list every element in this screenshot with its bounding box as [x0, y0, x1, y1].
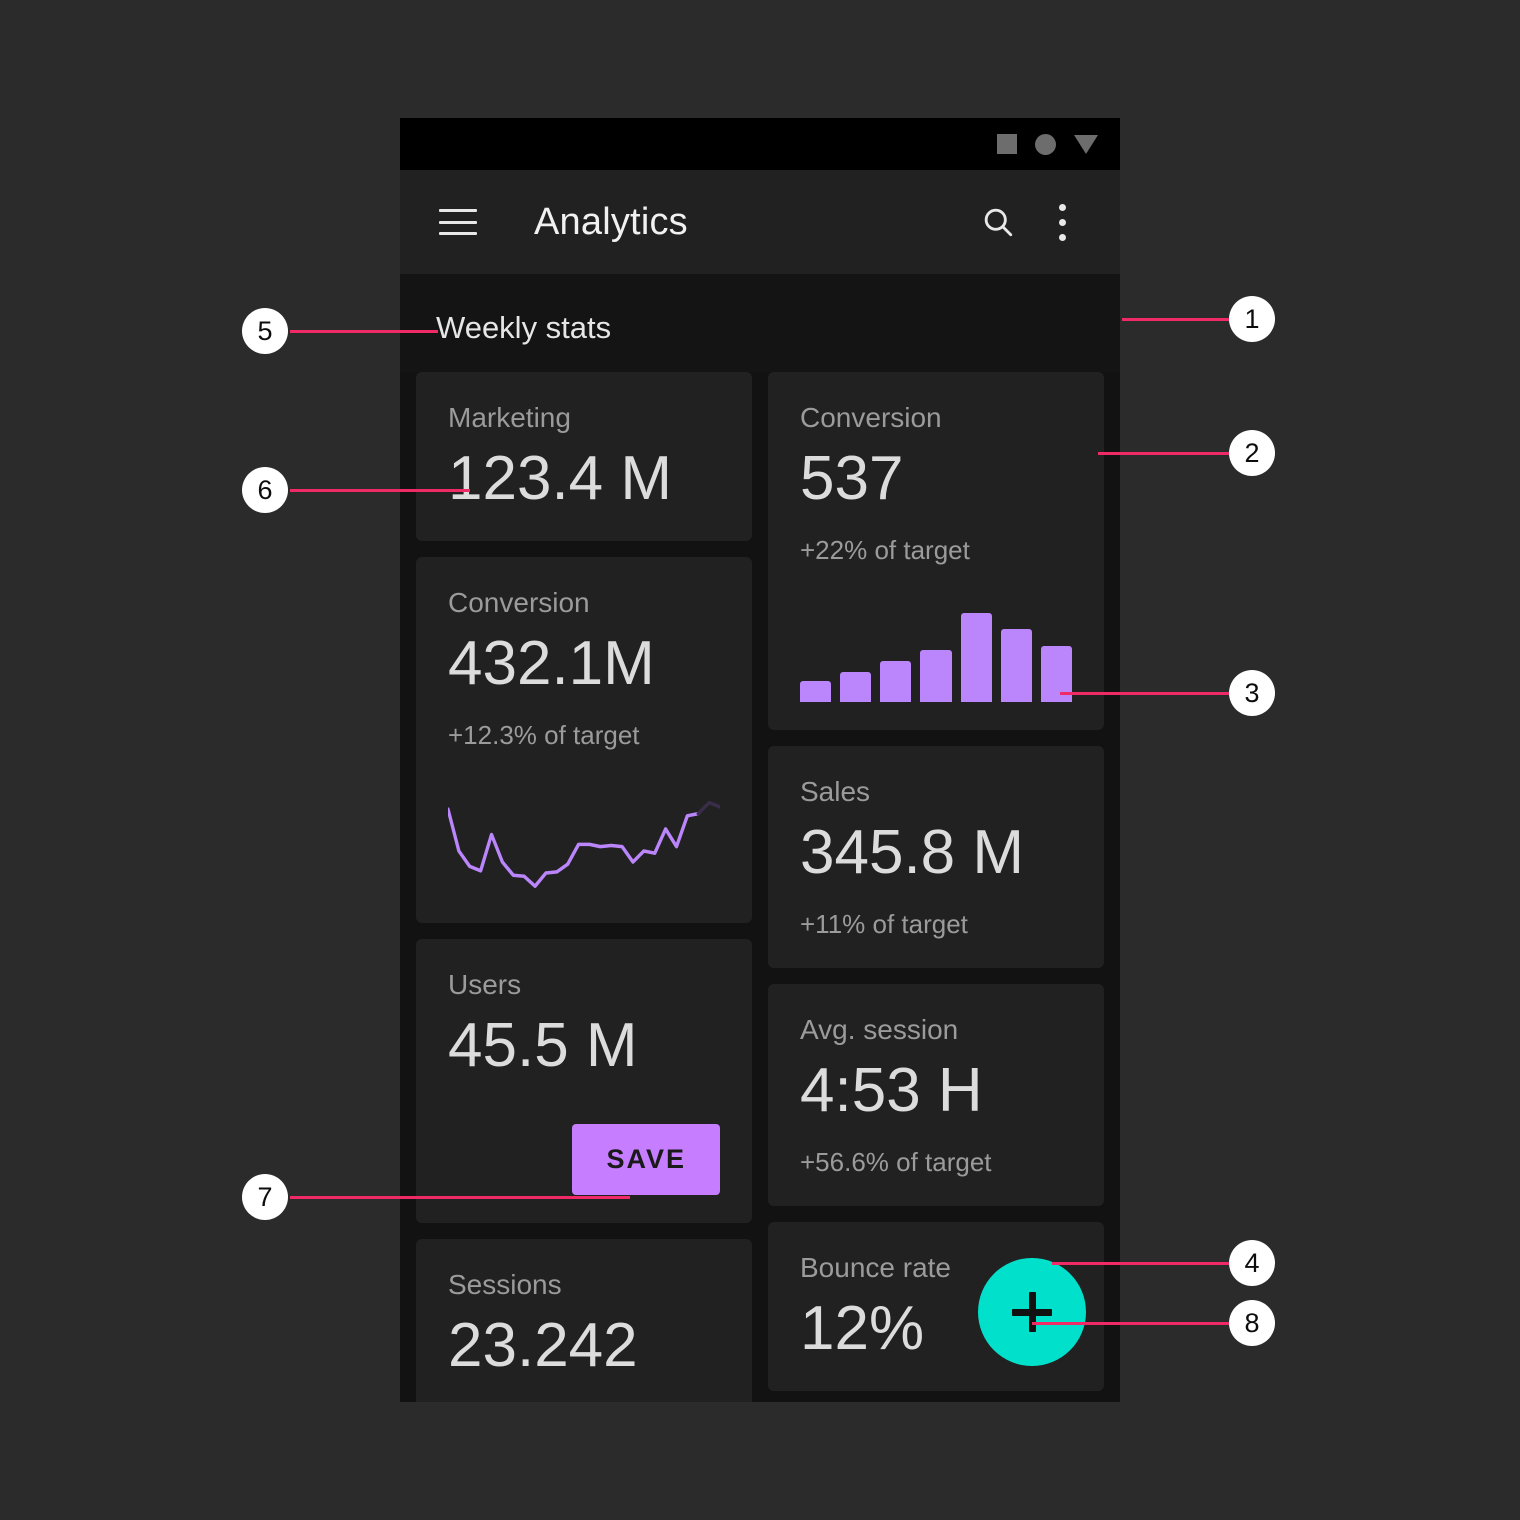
app-bar: Analytics [400, 170, 1120, 274]
bar-4 [920, 650, 952, 702]
card-value: 345.8 M [800, 817, 1025, 887]
card-sessions[interactable]: Sessions 23.242 [416, 1238, 752, 1402]
leader-line-7 [290, 1196, 630, 1199]
bar-2 [840, 672, 872, 702]
card-avg-session[interactable]: Avg. session 4:53 H +56.6% of target [768, 983, 1104, 1206]
leader-line-8 [1032, 1322, 1230, 1325]
card-conversion-line[interactable]: Conversion 432.1M +12.3% of target [416, 556, 752, 923]
callout-badge-7: 7 [242, 1174, 288, 1220]
card-sales[interactable]: Sales 345.8 M +11% of target [768, 745, 1104, 968]
callout-badge-6: 6 [242, 467, 288, 513]
hamburger-menu-icon[interactable] [426, 190, 490, 254]
leader-line-4 [1052, 1262, 1230, 1265]
search-icon[interactable] [966, 190, 1030, 254]
card-subtitle: +12.3% of target [448, 719, 640, 750]
phone-viewport: Analytics Weekly stats Marketing 123.4 M [400, 118, 1120, 1402]
callout-badge-8: 8 [1229, 1300, 1275, 1346]
card-subtitle: +11% of target [800, 908, 968, 939]
screenshot-canvas: Analytics Weekly stats Marketing 123.4 M [0, 0, 1520, 1520]
bar-chart [800, 606, 1072, 702]
save-button[interactable]: SAVE [572, 1123, 720, 1195]
leader-line-3 [1060, 692, 1230, 695]
card-label: Marketing [448, 402, 571, 433]
card-label: Avg. session [800, 1013, 959, 1045]
card-marketing[interactable]: Marketing 123.4 M [416, 372, 752, 541]
plus-icon [1012, 1292, 1052, 1332]
stats-grid: Marketing 123.4 M Conversion 432.1M +12.… [400, 372, 1120, 1402]
square-icon [997, 134, 1017, 154]
card-subtitle: +22% of target [800, 534, 970, 565]
card-label: Sales [800, 775, 871, 807]
leader-line-5 [290, 330, 438, 333]
card-value: 23.242 [448, 1310, 638, 1380]
card-value: 432.1M [448, 628, 655, 698]
leader-line-2 [1098, 452, 1230, 455]
bar-5 [960, 612, 992, 702]
card-value: 4:53 H [800, 1055, 983, 1125]
card-conversion-bar[interactable]: Conversion 537 +22% of target [768, 372, 1104, 730]
card-users[interactable]: Users 45.5 M SAVE [416, 938, 752, 1223]
card-label: Users [448, 968, 522, 1000]
callout-badge-4: 4 [1229, 1240, 1275, 1286]
card-label: Sessions [448, 1268, 562, 1300]
grid-column-left: Marketing 123.4 M Conversion 432.1M +12.… [416, 372, 752, 1402]
grid-column-right: Conversion 537 +22% of target Sales 345.… [768, 372, 1104, 1391]
more-vert-icon[interactable] [1030, 190, 1094, 254]
bar-1 [800, 680, 832, 702]
scroll-content[interactable]: Weekly stats Marketing 123.4 M Conversio… [400, 274, 1120, 1402]
callout-badge-2: 2 [1229, 430, 1275, 476]
card-value: 45.5 M [448, 1010, 638, 1080]
line-chart [448, 785, 720, 895]
card-subtitle: +56.6% of target [800, 1146, 992, 1177]
page-title: Analytics [534, 200, 688, 243]
circle-icon [1035, 133, 1056, 155]
callout-badge-5: 5 [242, 308, 288, 354]
card-label: Conversion [800, 402, 942, 433]
bar-3 [880, 660, 912, 702]
leader-line-1 [1122, 318, 1230, 321]
add-fab-button[interactable] [978, 1258, 1086, 1366]
card-actions: SAVE [448, 1123, 720, 1195]
callout-badge-3: 3 [1229, 670, 1275, 716]
card-value: 537 [800, 444, 904, 513]
callout-badge-1: 1 [1229, 296, 1275, 342]
card-value: 123.4 M [448, 444, 673, 513]
triangle-down-icon [1074, 134, 1098, 154]
card-label: Conversion [448, 586, 590, 618]
bar-6 [1000, 629, 1032, 702]
section-title: Weekly stats [400, 274, 1120, 372]
status-bar [400, 118, 1120, 170]
leader-line-6 [290, 489, 470, 492]
